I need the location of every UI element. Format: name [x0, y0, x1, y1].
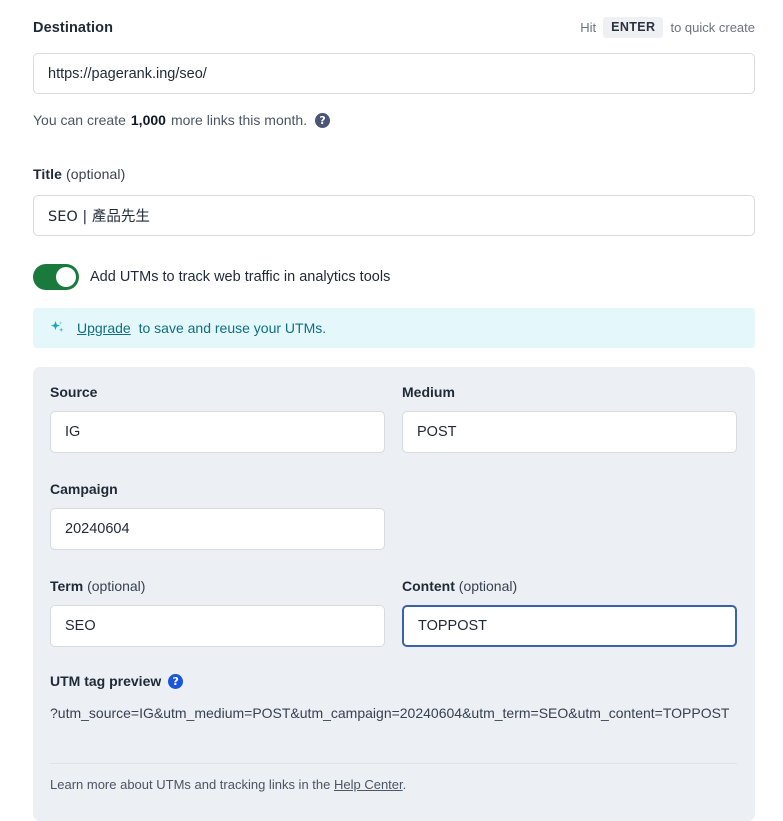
content-label: Content (optional) — [402, 578, 517, 594]
learn-more-text: Learn more about UTMs and tracking links… — [50, 777, 331, 792]
title-input-value: SEO | 產品先生 — [48, 209, 150, 225]
link-quota-text: You can create 1,000 more links this mon… — [33, 112, 331, 128]
toggle-knob — [56, 267, 76, 287]
campaign-label: Campaign — [50, 481, 118, 497]
upgrade-banner-message: to save and reuse your UTMs. — [138, 320, 327, 336]
content-label-optional: (optional) — [458, 578, 518, 594]
medium-input[interactable]: POST — [402, 411, 737, 453]
term-label-optional: (optional) — [87, 578, 146, 594]
source-input-value: IG — [65, 424, 81, 440]
utm-tag-preview-value: ?utm_source=IG&utm_medium=POST&utm_campa… — [50, 705, 730, 721]
upgrade-banner-text: Upgrade to save and reuse your UTMs. — [77, 320, 326, 336]
panel-divider — [50, 763, 737, 764]
help-circle-icon[interactable]: ? — [168, 673, 184, 689]
enter-key-badge: ENTER — [603, 17, 664, 38]
term-label-text: Term — [50, 578, 84, 594]
source-label: Source — [50, 384, 98, 400]
medium-input-value: POST — [417, 424, 457, 440]
utm-tag-preview-label-text: UTM tag preview — [50, 673, 162, 689]
quick-create-hint-suffix: to quick create — [670, 20, 755, 35]
content-input-value: TOPPOST — [418, 618, 488, 634]
destination-input-value: https://pagerank.ing/seo/ — [48, 65, 207, 82]
quick-create-hint: Hit ENTER to quick create — [580, 17, 755, 38]
help-circle-icon[interactable]: ? — [315, 112, 331, 128]
quick-create-hint-prefix: Hit — [580, 20, 597, 35]
title-label: Title (optional) — [33, 166, 125, 182]
help-center-link[interactable]: Help Center — [334, 777, 403, 792]
upgrade-banner[interactable]: Upgrade to save and reuse your UTMs. — [33, 308, 755, 348]
term-input[interactable]: SEO — [50, 605, 385, 647]
sparkles-icon — [50, 320, 64, 333]
content-input[interactable]: TOPPOST — [402, 605, 737, 647]
title-input[interactable]: SEO | 產品先生 — [33, 195, 755, 236]
title-label-optional: (optional) — [66, 166, 126, 182]
destination-label: Destination — [33, 19, 114, 36]
add-utms-toggle-row[interactable]: Add UTMs to track web traffic in analyti… — [33, 264, 390, 290]
destination-input[interactable]: https://pagerank.ing/seo/ — [33, 53, 755, 94]
learn-more-period: . — [402, 777, 407, 792]
destination-header: Destination Hit ENTER to quick create — [33, 17, 755, 38]
utm-tag-preview-label: UTM tag preview ? — [50, 673, 184, 689]
quota-count: 1,000 — [130, 112, 166, 128]
quota-suffix: more links this month. — [170, 112, 308, 128]
medium-label: Medium — [402, 384, 455, 400]
term-input-value: SEO — [65, 618, 96, 634]
content-label-text: Content — [402, 578, 455, 594]
upgrade-link[interactable]: Upgrade — [77, 320, 131, 336]
title-label-text: Title — [33, 166, 63, 182]
learn-more-footer: Learn more about UTMs and tracking links… — [50, 777, 406, 792]
toggle-switch-icon[interactable] — [33, 264, 79, 290]
utm-builder-form: Destination Hit ENTER to quick create ht… — [0, 0, 783, 821]
source-input[interactable]: IG — [50, 411, 385, 453]
campaign-input-value: 20240604 — [65, 521, 130, 537]
term-label: Term (optional) — [50, 578, 145, 594]
campaign-input[interactable]: 20240604 — [50, 508, 385, 550]
add-utms-toggle-label: Add UTMs to track web traffic in analyti… — [90, 269, 391, 285]
quota-prefix: You can create — [33, 112, 126, 128]
